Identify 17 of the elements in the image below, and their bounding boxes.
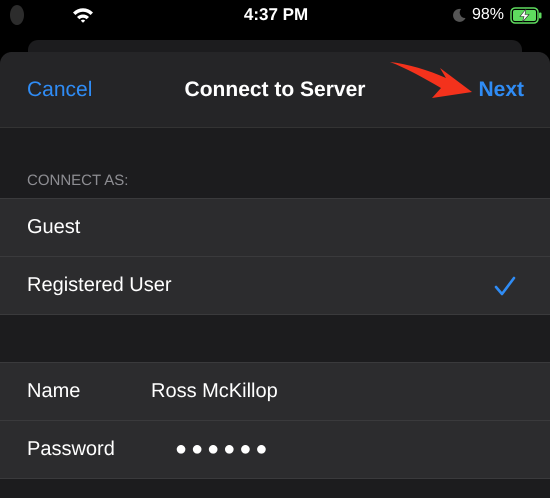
- cancel-button[interactable]: Cancel: [27, 78, 92, 102]
- option-label: Registered User: [27, 274, 172, 297]
- moon-icon: [452, 8, 466, 22]
- field-label: Name: [27, 380, 82, 403]
- section-header: CONNECT AS:: [26, 172, 130, 191]
- next-button[interactable]: Next: [478, 78, 524, 102]
- name-field[interactable]: Ross McKillop: [151, 380, 278, 403]
- field-label: Password: [27, 438, 116, 461]
- password-field[interactable]: ●●●●●●: [175, 438, 272, 461]
- wifi-icon: [72, 7, 94, 23]
- option-label: Guest: [27, 216, 80, 239]
- status-time: 4:37 PM: [244, 5, 308, 25]
- option-row[interactable]: Guest: [0, 199, 550, 257]
- camera-dot-icon: [10, 5, 24, 25]
- option-row[interactable]: Registered User: [0, 257, 550, 315]
- battery-percent: 98%: [472, 6, 504, 24]
- sheet-title: Connect to Server: [184, 78, 366, 102]
